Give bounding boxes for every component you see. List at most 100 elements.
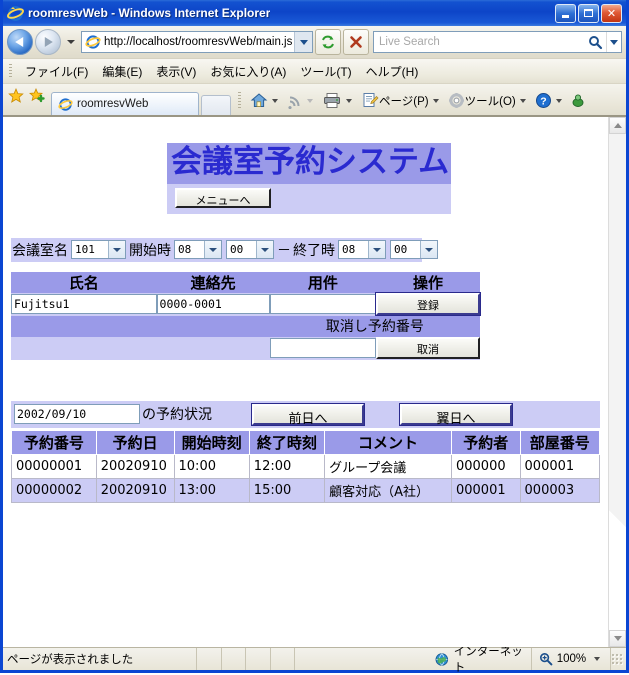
cell-reservation-number: 00000002 [12, 478, 97, 502]
chevron-down-icon [368, 241, 385, 258]
room-name-value: 101 [72, 243, 108, 256]
cancel-button-cell: 取消 [376, 337, 480, 360]
register-cell: 登録 [376, 293, 480, 316]
header-name: 氏名 [11, 272, 157, 293]
chevron-down-icon [108, 241, 125, 258]
search-box[interactable] [373, 31, 622, 53]
gear-icon [448, 92, 465, 109]
menu-item-help[interactable]: ヘルプ(H) [359, 60, 426, 83]
security-zone[interactable]: インターネット [295, 648, 532, 670]
room-name-select[interactable]: 101 [71, 240, 126, 259]
page-favicon-icon [85, 34, 101, 50]
register-button[interactable]: 登録 [376, 293, 480, 315]
menu-item-edit[interactable]: 編集(E) [95, 60, 149, 83]
contact-input[interactable] [157, 294, 270, 314]
start-minute-select[interactable]: 00 [226, 240, 274, 259]
close-button[interactable]: ✕ [601, 4, 622, 23]
maximize-button[interactable] [578, 4, 599, 23]
status-message: ページが表示されました [3, 648, 197, 670]
favorites-center-icon[interactable] [8, 88, 24, 109]
cell-reserver: 000000 [451, 454, 520, 478]
page-title: 会議室予約システム [167, 143, 451, 184]
cell-reservation-date: 20020910 [96, 478, 174, 502]
recent-pages-chevron-icon[interactable] [67, 40, 75, 44]
end-hour-select[interactable]: 08 [338, 240, 386, 259]
chevron-down-icon [556, 99, 562, 103]
document-area: 会議室予約システム メニューへ 会議室名 101 開始時 [3, 116, 626, 647]
start-hour-select[interactable]: 08 [174, 240, 222, 259]
previous-day-button[interactable]: 前日へ [252, 404, 364, 425]
chevron-down-icon [614, 636, 622, 641]
cell-reservation-number: 00000001 [12, 454, 97, 478]
cancel-number-cell [270, 337, 376, 360]
col-end-time: 終了時刻 [249, 430, 324, 454]
scroll-up-button[interactable] [609, 117, 626, 134]
home-button[interactable] [248, 90, 284, 111]
new-tab-button[interactable] [201, 95, 231, 115]
chevron-up-icon [614, 123, 622, 128]
status-slot-3 [246, 648, 271, 670]
toolbar-separator [238, 92, 241, 110]
minimize-button[interactable] [555, 4, 576, 23]
address-input[interactable]: http://localhost/roomresvWeb/main.js [81, 31, 313, 53]
window-controls: ✕ [555, 4, 624, 23]
menu-item-tools[interactable]: ツール(T) [293, 60, 358, 83]
globe-icon [435, 652, 449, 667]
status-slot-1 [197, 648, 222, 670]
chevron-down-icon [610, 40, 618, 45]
stop-button[interactable] [343, 29, 369, 55]
address-dropdown-button[interactable] [294, 32, 312, 52]
scroll-down-button[interactable] [609, 630, 626, 647]
cell-end-time: 15:00 [249, 478, 324, 502]
cell-comment: グループ会議 [325, 454, 452, 478]
print-button[interactable] [320, 90, 358, 111]
vertical-scrollbar[interactable] [608, 117, 626, 647]
cell-start-time: 13:00 [174, 478, 249, 502]
next-day-button[interactable]: 翼日へ [400, 404, 512, 425]
help-icon: ? [535, 92, 552, 109]
menu-item-view[interactable]: 表示(V) [149, 60, 203, 83]
forward-button[interactable] [35, 29, 61, 55]
cell-room-number: 000003 [520, 478, 599, 502]
start-hour-value: 08 [175, 243, 204, 256]
page-icon [361, 92, 379, 109]
menu-item-file[interactable]: ファイル(F) [18, 60, 95, 83]
name-input[interactable] [11, 294, 157, 314]
search-input[interactable] [374, 35, 584, 49]
tab-favicon-icon [58, 97, 73, 112]
page-menu-button[interactable]: ページ(P) [359, 90, 445, 111]
toolbar-gripper[interactable] [9, 64, 12, 78]
resize-grip[interactable] [611, 653, 623, 666]
reservation-selectors: 会議室名 101 開始時 08 [11, 238, 422, 262]
to-menu-button[interactable]: メニューへ [175, 188, 271, 208]
zoom-level: 100% [557, 653, 586, 665]
address-url-text: http://localhost/roomresvWeb/main.js [104, 36, 294, 48]
col-comment: コメント [325, 430, 452, 454]
messenger-button[interactable] [569, 91, 589, 111]
help-button[interactable]: ? [533, 90, 568, 111]
reservation-date-input[interactable] [14, 404, 140, 424]
cell-reserver: 000001 [451, 478, 520, 502]
cancel-button[interactable]: 取消 [376, 337, 480, 359]
refresh-button[interactable] [315, 29, 341, 55]
form-input-row: 登録 [11, 293, 480, 316]
menu-item-favorites[interactable]: お気に入り(A) [203, 60, 293, 83]
web-page: 会議室予約システム メニューへ 会議室名 101 開始時 [3, 117, 608, 647]
feeds-button[interactable] [285, 91, 319, 111]
end-hour-value: 08 [339, 243, 368, 256]
chevron-down-icon [433, 99, 439, 103]
status-bar: ページが表示されました インターネット 100% [3, 647, 626, 670]
tools-menu-button[interactable]: ツール(O) [446, 90, 532, 111]
cancel-number-input[interactable] [270, 338, 376, 358]
security-zone-label: インターネット [454, 643, 527, 675]
chevron-down-icon[interactable] [594, 657, 600, 661]
add-to-favorites-icon[interactable] [29, 88, 45, 109]
tab-label: roomresvWeb [77, 98, 148, 110]
search-provider-dropdown[interactable] [606, 32, 621, 52]
back-button[interactable] [7, 29, 33, 55]
search-button[interactable] [584, 35, 606, 50]
end-minute-select[interactable]: 00 [390, 240, 438, 259]
purpose-input[interactable] [270, 294, 376, 314]
zoom-control[interactable]: 100% [532, 648, 611, 670]
tab-roomresvweb[interactable]: roomresvWeb [51, 92, 199, 115]
